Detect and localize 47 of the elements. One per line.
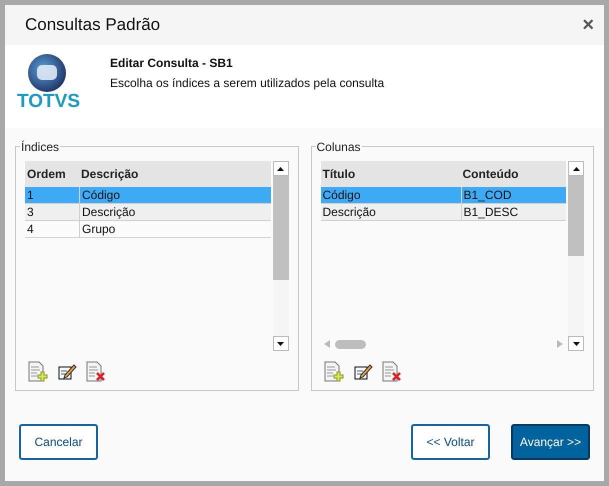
table-cell: B1_DESC xyxy=(460,204,566,220)
header-title: Editar Consulta - SB1 xyxy=(110,55,234,72)
scroll-up-button[interactable] xyxy=(568,161,584,176)
table-cell: Descrição xyxy=(79,204,270,220)
column-header[interactable]: Conteúdo xyxy=(460,165,566,183)
table-cell-text: 1 xyxy=(26,187,35,203)
scroll-up-button[interactable] xyxy=(272,161,288,176)
table-cell-text: 4 xyxy=(26,221,35,237)
scroll-thumb[interactable] xyxy=(568,176,584,256)
edit-document-icon[interactable] xyxy=(352,362,372,382)
table-cell: Código xyxy=(79,187,270,203)
table-row[interactable]: 3 Descrição xyxy=(25,204,270,221)
table-row[interactable]: 4 Grupo xyxy=(25,221,270,238)
add-document-icon[interactable] xyxy=(322,361,344,383)
column-header[interactable]: Título xyxy=(320,165,460,183)
down-arrow-icon xyxy=(572,342,580,346)
table-cell: B1_COD xyxy=(460,187,566,203)
edit-document-icon[interactable] xyxy=(57,362,77,382)
delete-document-icon[interactable] xyxy=(380,361,402,383)
up-arrow-icon xyxy=(572,166,580,170)
up-arrow-icon xyxy=(277,166,284,170)
column-header[interactable]: Descrição xyxy=(79,165,270,183)
table-row[interactable]: 1 Código xyxy=(25,187,270,204)
scroll-down-button[interactable] xyxy=(568,336,584,351)
down-arrow-icon xyxy=(277,342,284,346)
window-title: Consultas Padrão xyxy=(25,14,160,36)
logo-text: TOTVS xyxy=(17,92,80,111)
scroll-thumb[interactable] xyxy=(272,176,288,280)
scroll-down-button[interactable] xyxy=(272,336,288,351)
close-button[interactable]: × xyxy=(582,15,594,35)
vertical-scrollbar[interactable] xyxy=(568,161,584,351)
back-button[interactable]: << Voltar xyxy=(411,424,490,460)
column-header[interactable]: Ordem xyxy=(25,165,79,183)
add-document-icon[interactable] xyxy=(27,361,49,383)
table-row[interactable]: Código B1_COD xyxy=(320,187,566,204)
logo-icon xyxy=(27,53,67,93)
scroll-thumb[interactable] xyxy=(334,340,366,348)
cancel-button[interactable]: Cancelar xyxy=(19,424,98,460)
table-row[interactable]: Descrição B1_DESC xyxy=(320,204,566,221)
next-button[interactable]: Avançar >> xyxy=(511,424,590,460)
table-cell-text: Código xyxy=(322,187,362,203)
delete-document-icon[interactable] xyxy=(85,361,107,383)
table-cell: Grupo xyxy=(79,221,270,237)
table-cell-text: Descrição xyxy=(322,204,377,220)
vertical-scrollbar[interactable] xyxy=(272,161,288,351)
table-cell-text: 3 xyxy=(26,204,35,220)
header-subtitle: Escolha os índices a serem utilizados pela consulta xyxy=(110,75,384,92)
